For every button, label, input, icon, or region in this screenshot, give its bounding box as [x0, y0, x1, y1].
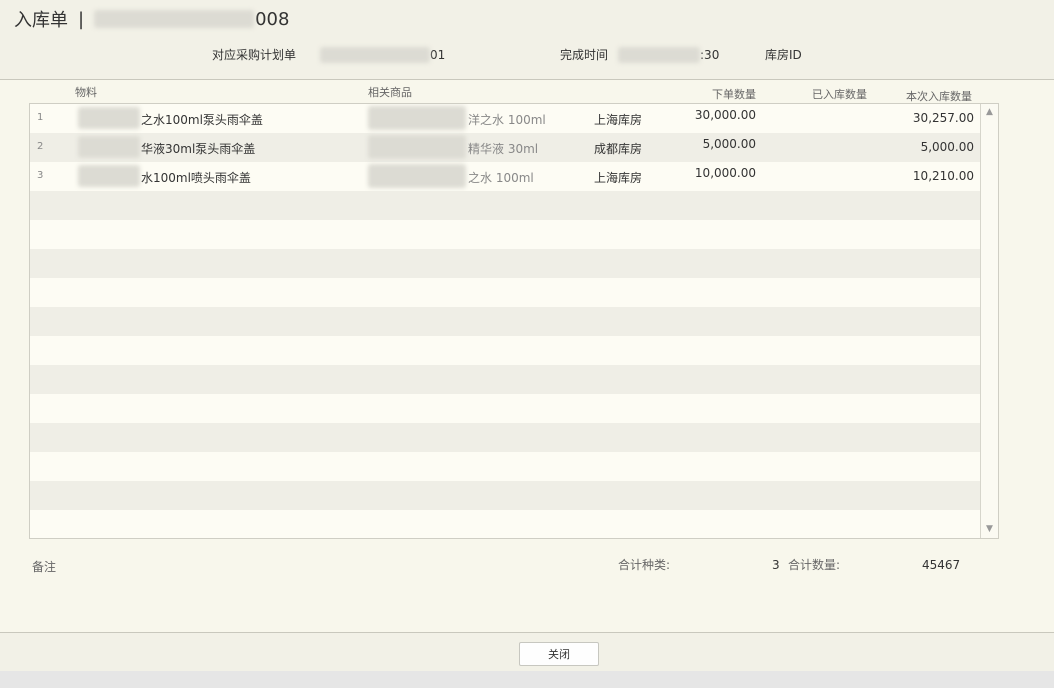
scroll-up-icon[interactable]: ▲ [981, 104, 998, 121]
product-redacted [368, 106, 466, 130]
material-name: 之水100ml泵头雨伞盖 [141, 113, 263, 127]
warehouse: 上海库房 [594, 171, 643, 185]
window-bottom-strip [0, 671, 1054, 688]
product-redacted [368, 135, 466, 159]
this-time-qty: 30,257.00 [912, 111, 974, 125]
material-name: 华液30ml泵头雨伞盖 [141, 142, 256, 156]
warehouse: 成都库房 [594, 142, 643, 156]
empty-row [30, 307, 982, 336]
plan-value-suffix: 01 [430, 47, 446, 62]
items-grid: 1 之水100ml泵头雨伞盖 洋之水 100ml 上海库房 30,000.00 … [29, 103, 999, 539]
title-prefix: 入库单 [14, 10, 68, 31]
col-received[interactable]: 已入库数量 [812, 86, 867, 102]
empty-row [30, 278, 982, 307]
warehouse: 上海库房 [594, 113, 643, 127]
scroll-down-icon[interactable]: ▼ [981, 521, 998, 538]
total-kinds-value: 3 [772, 558, 780, 572]
warehouse-id-label: 库房ID [765, 48, 802, 62]
total-qty-value: 45467 [922, 558, 961, 572]
total-qty-label: 合计数量: [788, 558, 841, 572]
plan-field: 对应采购计划单 01 [212, 46, 445, 63]
empty-row [30, 365, 982, 394]
row-index: 1 [37, 112, 44, 123]
product-name: 洋之水 100ml [468, 113, 546, 127]
empty-row [30, 510, 982, 538]
empty-row [30, 336, 982, 365]
empty-row [30, 249, 982, 278]
product-redacted [368, 164, 466, 188]
this-time-qty: 10,210.00 [912, 169, 974, 183]
material-redacted [78, 165, 140, 187]
empty-row [30, 394, 982, 423]
material-redacted [78, 107, 140, 129]
product-name: 之水 100ml [468, 171, 534, 185]
warehouse-id-field: 库房ID [765, 46, 802, 63]
time-field: 完成时间 :30 [560, 46, 719, 63]
title-id-suffix: 008 [255, 8, 290, 30]
this-time-qty: 5,000.00 [920, 140, 974, 154]
empty-row [30, 191, 982, 220]
time-value-suffix: :30 [700, 47, 720, 62]
receipt-dialog: 入库单 | 008 对应采购计划单 01 完成时间 :30 库房ID 物料 相关… [0, 0, 1054, 688]
close-button[interactable]: 关闭 [519, 642, 599, 666]
column-headers: 物料 相关商品 下单数量 已入库数量 本次入库数量 [0, 84, 1054, 104]
col-ordered[interactable]: 下单数量 [712, 86, 756, 102]
time-value-redacted [618, 46, 701, 63]
total-kinds-label: 合计种类: [618, 558, 671, 572]
action-bar: 关闭 [0, 632, 1054, 672]
vertical-scrollbar[interactable]: ▲ ▼ [980, 104, 998, 538]
product-name: 精华液 30ml [468, 142, 539, 156]
page-title: 入库单 | 008 [14, 6, 289, 32]
table-row[interactable]: 1 之水100ml泵头雨伞盖 洋之水 100ml 上海库房 30,000.00 … [30, 104, 982, 133]
title-separator: | [78, 8, 85, 30]
material-redacted [78, 136, 140, 158]
grid-rows: 1 之水100ml泵头雨伞盖 洋之水 100ml 上海库房 30,000.00 … [30, 104, 982, 538]
col-material[interactable]: 物料 [75, 84, 97, 100]
title-id-redacted [94, 10, 255, 28]
empty-row [30, 452, 982, 481]
col-product[interactable]: 相关商品 [368, 84, 412, 100]
material-name: 水100ml喷头雨伞盖 [141, 171, 251, 185]
ordered-qty: 5,000.00 [702, 137, 756, 151]
ordered-qty: 10,000.00 [694, 166, 756, 180]
empty-row [30, 220, 982, 249]
plan-label: 对应采购计划单 [212, 48, 297, 62]
remark-label: 备注 [32, 560, 57, 574]
ordered-qty: 30,000.00 [694, 108, 756, 122]
row-index: 2 [37, 141, 44, 152]
empty-row [30, 481, 982, 510]
header: 入库单 | 008 对应采购计划单 01 完成时间 :30 库房ID [0, 0, 1054, 80]
plan-value-redacted [320, 46, 431, 63]
table-row[interactable]: 3 水100ml喷头雨伞盖 之水 100ml 上海库房 10,000.00 10… [30, 162, 982, 191]
col-this-time[interactable]: 本次入库数量 [906, 88, 972, 104]
time-label: 完成时间 [560, 48, 609, 62]
row-index: 3 [37, 170, 44, 181]
empty-row [30, 423, 982, 452]
table-row[interactable]: 2 华液30ml泵头雨伞盖 精华液 30ml 成都库房 5,000.00 5,0… [30, 133, 982, 162]
